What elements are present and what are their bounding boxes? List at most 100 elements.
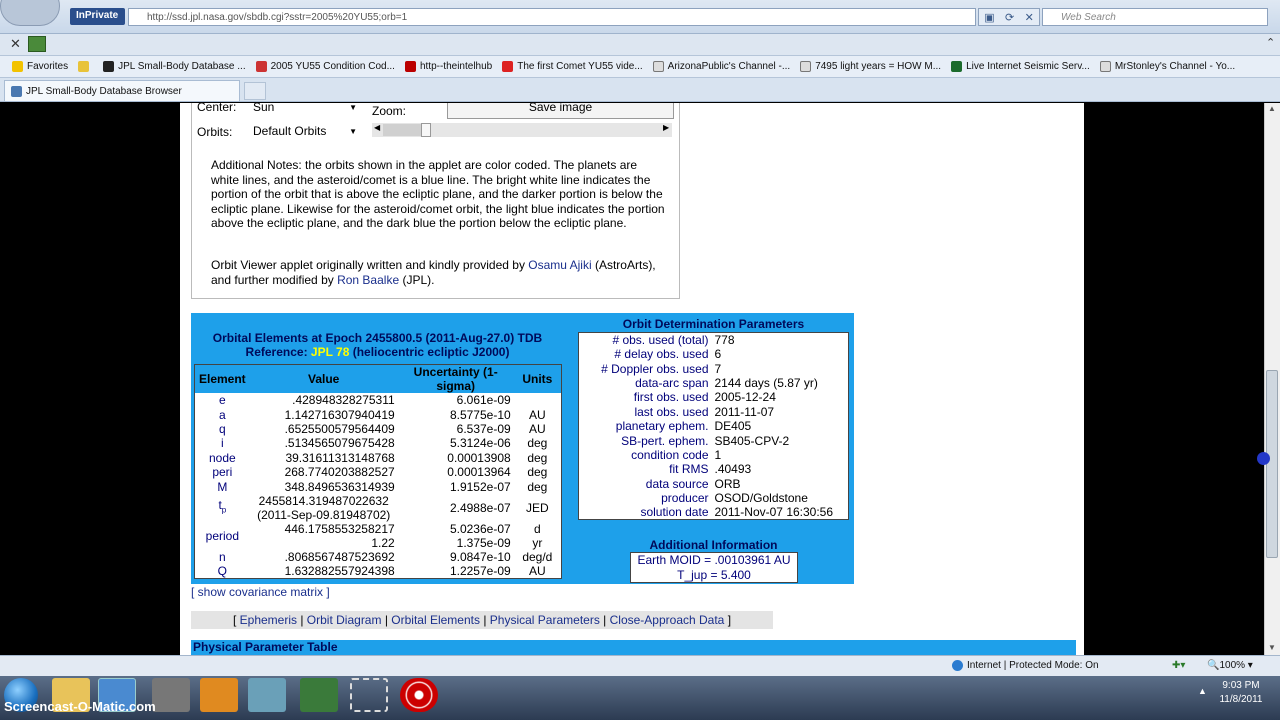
zoom-level[interactable]: 🔍100% ▾ — [1207, 660, 1253, 671]
zoom-slider[interactable]: ◀ ▶ — [372, 123, 672, 137]
table-row: M 348.8496536314939 1.9152e-07 deg — [217, 479, 548, 494]
earth-moid: Earth MOID = .00103961 AU — [637, 553, 791, 567]
additional-notes: Additional Notes: the orbits shown in th… — [211, 158, 665, 230]
orbit-data-panel: Orbital Elements at Epoch 2455800.5 (201… — [191, 313, 854, 584]
additional-information-heading: Additional Information — [649, 538, 778, 552]
chevron-up-icon[interactable]: ⌃ — [1266, 36, 1275, 49]
url-field[interactable]: http://ssd.jpl.nasa.gov/sbdb.cgi?sstr=20… — [128, 8, 976, 26]
favorite-link[interactable]: http--theintelhub — [404, 61, 492, 72]
compat-icon[interactable]: ▣ — [984, 11, 994, 24]
media-icon[interactable] — [200, 678, 238, 712]
ephemeris-link[interactable]: Ephemeris — [240, 613, 297, 627]
table-row: node 39.31611313148768 0.00013908 deg — [208, 450, 548, 465]
favorite-link[interactable]: Live Internet Seismic Serv... — [951, 61, 1090, 72]
table-row: a 1.142716307940419 8.5775e-10 AU — [219, 407, 546, 422]
orbit-viewer-panel: Center: Sun ▼ Orbits: Default Orbits ▼ Zoo… — [191, 103, 680, 299]
table-row: condition code 1 — [631, 447, 722, 462]
refresh-icon[interactable]: ⟳ — [1005, 11, 1014, 24]
tab-jpl[interactable]: JPL Small-Body Database Browser — [4, 80, 240, 101]
ron-baalke-link[interactable]: Ron Baalke — [337, 273, 399, 287]
security-zone[interactable]: Internet | Protected Mode: On — [967, 660, 1099, 671]
scroll-down-icon[interactable]: ▼ — [1268, 643, 1276, 652]
camera-icon[interactable] — [152, 678, 190, 712]
column-header: Uncertainty (1-sigma) — [397, 364, 514, 393]
favorite-link[interactable]: 2005 YU55 Condition Cod... — [255, 61, 395, 72]
table-row: # delay obs. used 6 — [614, 347, 722, 362]
favorites-button[interactable]: Favorites — [12, 61, 68, 72]
physical-parameters-link[interactable]: Physical Parameters — [490, 613, 600, 627]
section-nav: [ Ephemeris | Orbit Diagram | Orbital El… — [191, 611, 773, 629]
physical-parameter-heading: Physical Parameter Table — [191, 640, 1076, 655]
orbital-elements-link[interactable]: Orbital Elements — [391, 613, 480, 627]
app-icon[interactable] — [248, 678, 286, 712]
favorite-link[interactable]: ArizonaPublic's Channel -... — [652, 61, 790, 72]
slider-left-icon[interactable]: ◀ — [374, 123, 380, 132]
favorite-link[interactable]: MrStonley's Channel - Yo... — [1099, 61, 1235, 72]
table-row: period 446.1758553258217 1.22 5.0236e-07 1… — [205, 521, 543, 550]
app-icon[interactable] — [300, 678, 338, 712]
snipping-icon[interactable] — [350, 678, 388, 712]
favorite-link[interactable]: 7495 light years = HOW M... — [800, 61, 941, 72]
page-viewport: Center: Sun ▼ Orbits: Default Orbits ▼ Zoo… — [0, 103, 1264, 655]
table-row: fit RMS .40493 — [669, 462, 752, 477]
scrollbar-thumb[interactable] — [1266, 370, 1278, 558]
taskbar: Screencast-O-Matic.com ▲ 9:03 PM 11/8/20… — [0, 676, 1280, 720]
show-covariance-link[interactable]: [ show covariance matrix ] — [191, 585, 330, 599]
close-icon[interactable]: ✕ — [10, 36, 21, 52]
orbital-elements-table: Element Value Uncertainty (1-sigma) Unit… — [194, 364, 562, 580]
globe-icon — [952, 660, 963, 671]
slider-thumb[interactable] — [421, 123, 431, 137]
orbit-diagram-link[interactable]: Orbit Diagram — [307, 613, 382, 627]
column-header: Element — [194, 364, 250, 393]
table-row: solution date 2011-Nov-07 16:30:56 — [640, 505, 834, 520]
protected-mode-icon[interactable]: ✚▾ — [1172, 660, 1185, 671]
table-row: q .6525500579564409 6.537e-09 AU — [219, 421, 546, 436]
new-tab-button[interactable] — [244, 82, 266, 100]
page-icon — [11, 85, 22, 97]
table-row: data source ORB — [645, 476, 741, 491]
osamu-ajiki-link[interactable]: Osamu Ajiki — [528, 258, 591, 272]
slider-right-icon[interactable]: ▶ — [663, 123, 669, 132]
table-row: n .8068567487523692 9.0847e-10 deg/d — [219, 549, 553, 564]
applet-credit: Orbit Viewer applet originally written a… — [211, 258, 656, 287]
t-jup: T_jup = 5.400 — [677, 568, 751, 582]
command-toolbar: ✕ ⌃ — [0, 34, 1280, 56]
table-row: Q 1.632882557924398 1.2257e-09 AU — [217, 564, 546, 579]
cursor-highlight-icon — [1257, 452, 1270, 465]
tray-arrow-icon[interactable]: ▲ — [1198, 686, 1207, 696]
orbit-determination-heading: Orbit Determination Parameters — [622, 317, 805, 331]
star-icon — [12, 61, 23, 72]
favorite-link[interactable]: JPL Small-Body Database ... — [103, 61, 246, 72]
scroll-up-icon[interactable]: ▲ — [1268, 104, 1276, 113]
orbits-select[interactable]: Default Orbits ▼ — [249, 124, 361, 141]
center-select[interactable]: Sun ▼ — [249, 103, 361, 116]
zoom-label: Zoom: — [372, 104, 407, 118]
addon-icon[interactable] — [28, 36, 46, 52]
additional-information-box: Earth MOID = .00103961 AU T_jup = 5.400 — [630, 552, 798, 583]
search-input[interactable]: Web Search — [1042, 8, 1268, 26]
close-approach-data-link[interactable]: Close-Approach Data — [610, 613, 725, 627]
favorite-link[interactable]: The first Comet YU55 vide... — [502, 61, 643, 72]
dropdown-arrow-icon: ▼ — [349, 103, 357, 112]
save-image-button[interactable]: Save image — [447, 103, 674, 119]
table-row: last obs. used 2011-11-07 — [634, 404, 775, 419]
table-row: # Doppler obs. used 7 — [601, 361, 722, 376]
dropdown-arrow-icon: ▼ — [349, 127, 357, 136]
table-row: peri 268.7740203882527 0.00013964 deg — [212, 465, 548, 480]
table-row: producer OSOD/Goldstone — [661, 491, 808, 506]
inprivate-badge: InPrivate — [70, 8, 125, 25]
add-favorite-icon[interactable] — [78, 61, 93, 72]
target-icon[interactable] — [400, 678, 438, 712]
table-row: # obs. used (total) 778 — [612, 333, 735, 347]
back-forward-buttons[interactable] — [0, 0, 60, 26]
clock[interactable]: 9:03 PM 11/8/2011 — [1212, 679, 1270, 707]
center-label: Center: — [197, 103, 237, 114]
column-header: Units — [513, 364, 562, 393]
status-bar: Internet | Protected Mode: On ✚▾ 🔍100% ▾ — [0, 655, 1280, 676]
stop-icon[interactable]: ✕ — [1025, 11, 1034, 24]
jpl78-reference-link[interactable]: JPL 78 — [311, 345, 349, 359]
orbits-label: Orbits: — [197, 125, 233, 139]
orbital-elements-heading: Orbital Elements at Epoch 2455800.5 (201… — [212, 331, 543, 359]
table-row: first obs. used 2005-12-24 — [633, 390, 776, 405]
column-header: Value — [249, 364, 398, 393]
